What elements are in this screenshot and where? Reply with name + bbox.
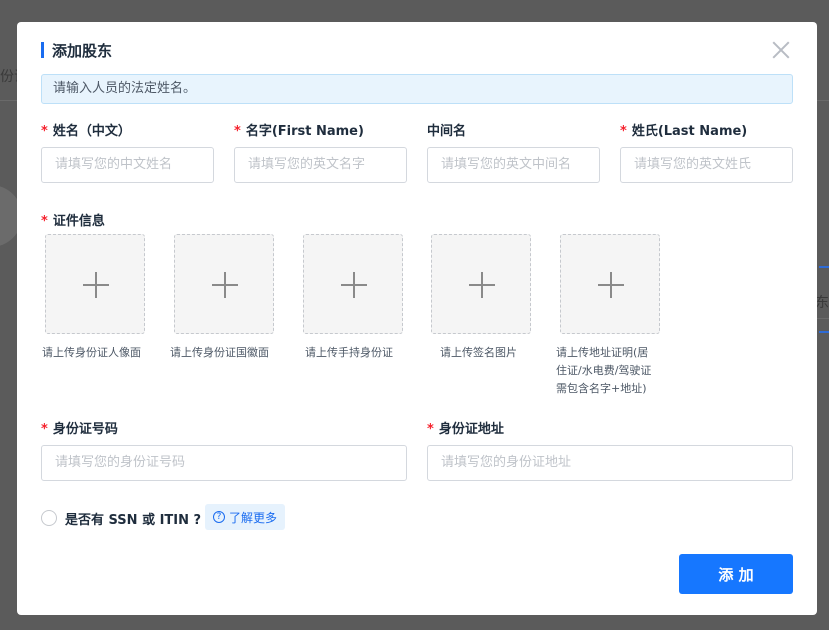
required-mark: * xyxy=(41,422,48,437)
required-mark: * xyxy=(620,124,627,139)
title-accent-bar xyxy=(41,42,44,58)
id-number-input[interactable]: 请填写您的身份证号码 xyxy=(41,445,407,481)
upload-caption: 请上传手持身份证 xyxy=(305,346,393,359)
required-mark: * xyxy=(234,124,241,139)
first-name-input[interactable]: 请填写您的英文名字 xyxy=(234,147,407,183)
plus-icon xyxy=(83,272,109,298)
upload-caption: 请上传签名图片 xyxy=(440,346,517,359)
add-button[interactable]: 添 加 xyxy=(679,554,793,594)
id-address-input[interactable]: 请填写您的身份证地址 xyxy=(427,445,793,481)
legal-name-notice: 请输入人员的法定姓名。 xyxy=(41,74,793,104)
background-divider xyxy=(817,318,829,319)
background-text-fragment: 东 xyxy=(815,295,829,311)
middle-name-label: 中间名 xyxy=(427,124,467,139)
upload-caption: 请上传身份证人像面 xyxy=(42,346,141,359)
first-name-label: * 名字(First Name) xyxy=(234,124,364,139)
plus-icon xyxy=(212,272,238,298)
help-icon: ? xyxy=(213,511,225,523)
learn-more-label: 了解更多 xyxy=(229,510,278,525)
dialog-header: 添加股东 xyxy=(41,41,113,60)
background-divider xyxy=(817,100,829,101)
plus-icon xyxy=(341,272,367,298)
ssn-itin-question: 是否有 SSN 或 ITIN ? xyxy=(65,513,202,528)
required-mark: * xyxy=(427,422,434,437)
upload-address-proof[interactable] xyxy=(560,234,660,334)
upload-id-portrait[interactable] xyxy=(45,234,145,334)
upload-signature[interactable] xyxy=(431,234,531,334)
ssn-itin-radio[interactable] xyxy=(41,510,57,526)
background-link-underline xyxy=(819,266,829,268)
learn-more-link[interactable]: ? 了解更多 xyxy=(205,504,286,530)
upload-caption: 请上传身份证国徽面 xyxy=(170,346,269,359)
middle-name-input[interactable]: 请填写您的英文中间名 xyxy=(427,147,600,183)
background-divider xyxy=(0,100,17,101)
required-mark: * xyxy=(41,124,48,139)
id-address-label: * 身份证地址 xyxy=(427,422,504,437)
plus-icon xyxy=(469,272,495,298)
id-number-label: * 身份证号码 xyxy=(41,422,118,437)
chinese-name-input[interactable]: 请填写您的中文姓名 xyxy=(41,147,214,183)
id-info-label: * 证件信息 xyxy=(41,214,105,229)
dialog-title: 添加股东 xyxy=(52,41,113,60)
upload-id-emblem[interactable] xyxy=(174,234,274,334)
chinese-name-label: * 姓名（中文） xyxy=(41,124,131,139)
close-icon[interactable] xyxy=(771,40,791,60)
plus-icon xyxy=(598,272,624,298)
upload-holding-id[interactable] xyxy=(303,234,403,334)
last-name-label: * 姓氏(Last Name) xyxy=(620,124,748,139)
last-name-input[interactable]: 请填写您的英文姓氏 xyxy=(620,147,793,183)
required-mark: * xyxy=(41,214,48,229)
background-link-underline xyxy=(819,331,829,333)
upload-caption: 请上传地址证明(居 住证/水电费/驾驶证 需包含名字+地址) xyxy=(556,346,652,395)
add-shareholder-dialog: 添加股东 请输入人员的法定姓名。 * 姓名（中文） * 名字(First Name)… xyxy=(17,22,817,615)
